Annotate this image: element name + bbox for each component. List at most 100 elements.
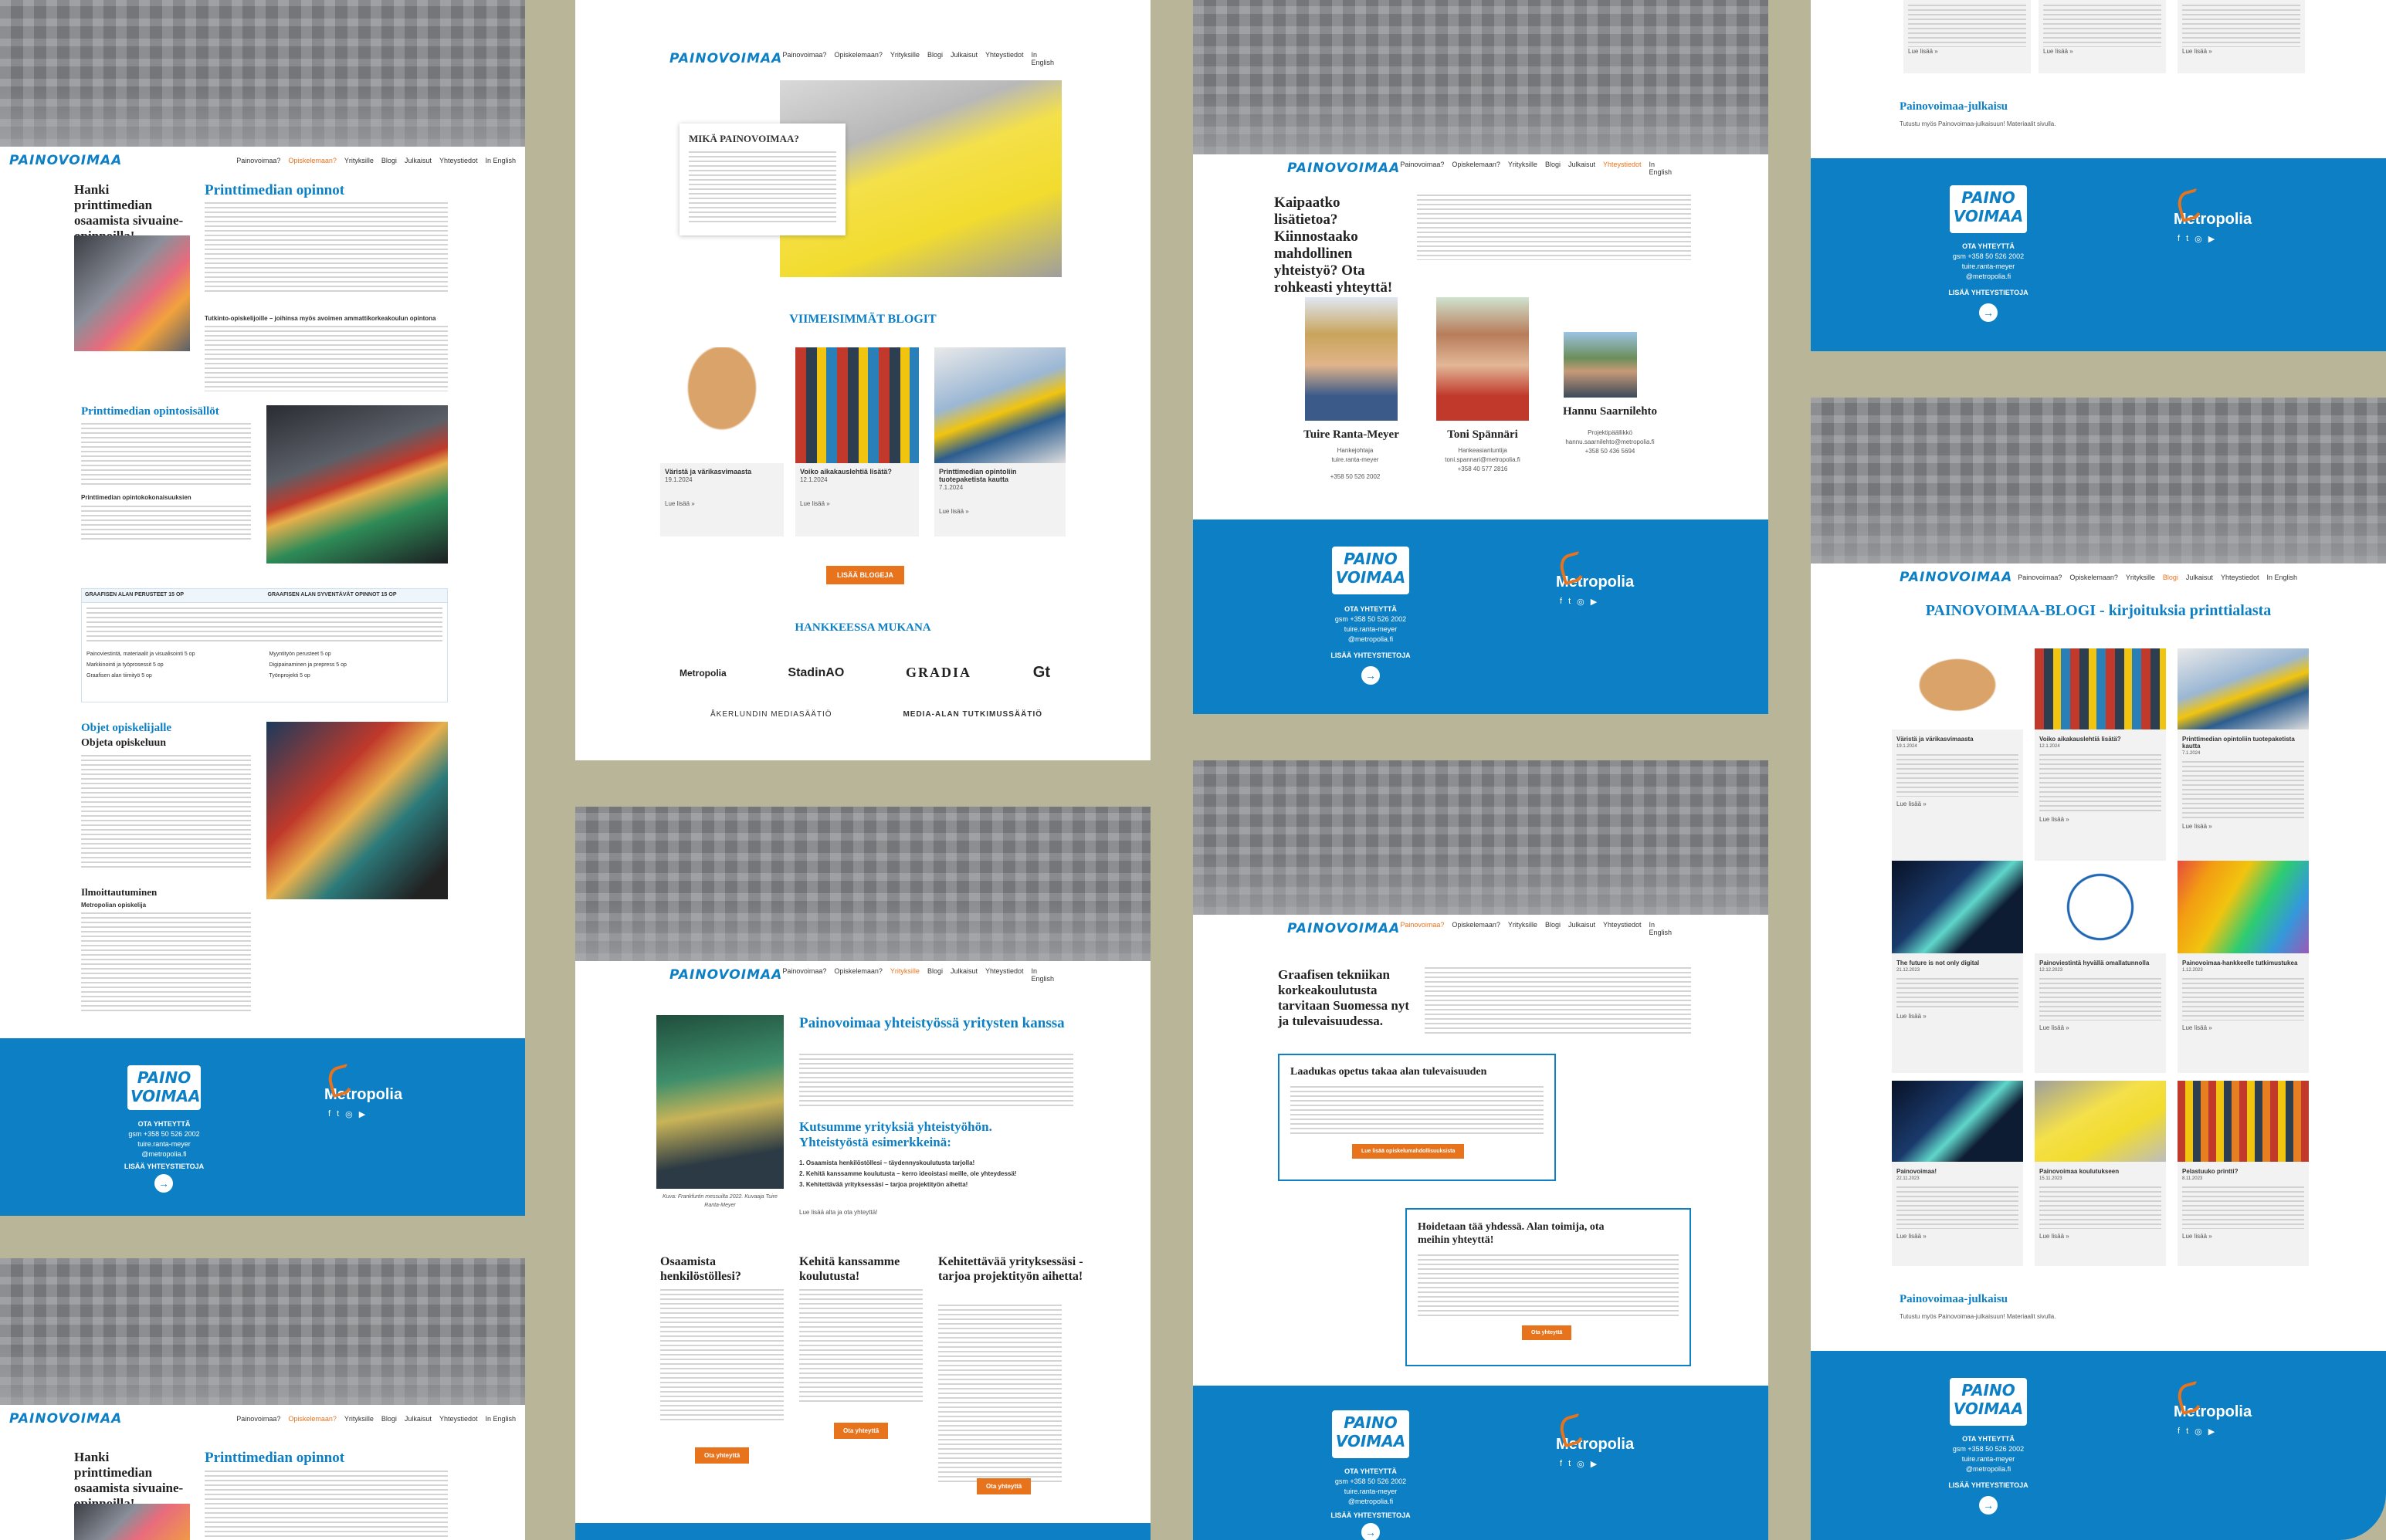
painovoimaa-logo[interactable]: PAINOVOIMAA: [9, 153, 122, 168]
painovoimaa-logo[interactable]: PAINOVOIMAA: [669, 967, 782, 983]
read-more-link[interactable]: Lue lisää »: [2043, 47, 2161, 56]
blog-card[interactable]: Voiko aikakauslehtiä lisätä? 12.1.2024 L…: [2035, 648, 2166, 861]
nav-item[interactable]: Yrityksille: [2126, 574, 2155, 581]
metropolia-logo[interactable]: Metropolia: [2174, 1403, 2252, 1421]
metropolia-logo[interactable]: Metropolia: [324, 1086, 402, 1104]
footer-logo[interactable]: PAINO VOIMAA: [127, 1065, 201, 1110]
twitter-icon[interactable]: t: [337, 1109, 339, 1119]
read-more-link[interactable]: Lue lisää »: [1908, 47, 2026, 56]
nav-item[interactable]: Yrityksille: [344, 157, 374, 164]
partner-logo[interactable]: Metropolia: [680, 668, 727, 679]
study-options-button[interactable]: Lue lisää opiskelumahdollisuuksista: [1352, 1144, 1465, 1159]
contact-button[interactable]: Ota yhteyttä: [695, 1447, 750, 1464]
blog-card[interactable]: Lue lisää »: [2178, 0, 2305, 73]
instagram-icon[interactable]: ◎: [2195, 234, 2202, 244]
nav-item[interactable]: Blogi: [927, 51, 943, 66]
read-more-link[interactable]: Lue lisää »: [2178, 822, 2309, 831]
nav-item[interactable]: Painovoimaa?: [236, 1415, 280, 1423]
nav-item[interactable]: Julkaisut: [951, 967, 978, 983]
contact-button[interactable]: Ota yhteyttä: [977, 1478, 1032, 1494]
nav-item[interactable]: Blogi: [927, 967, 943, 983]
nav-item[interactable]: Yhteystiedot: [2221, 574, 2259, 581]
nav-item[interactable]: Painovoimaa?: [782, 51, 826, 66]
more-contacts-link[interactable]: LISÄÄ YHTEYSTIETOJA: [1938, 288, 2039, 298]
arrow-right-icon[interactable]: →: [1361, 666, 1380, 685]
person-phone[interactable]: +358 40 577 2816: [1425, 465, 1540, 473]
nav-item[interactable]: In English: [485, 1415, 516, 1423]
youtube-icon[interactable]: ▶: [2208, 1427, 2215, 1437]
more-contacts-link[interactable]: LISÄÄ YHTEYSTIETOJA: [1938, 1481, 2039, 1491]
footer-logo[interactable]: PAINO VOIMAA: [1950, 1378, 2027, 1426]
nav-item[interactable]: Yhteystiedot: [439, 157, 478, 164]
nav-item[interactable]: Opiskelemaan?: [834, 967, 883, 983]
metropolia-logo[interactable]: Metropolia: [1556, 1436, 1634, 1454]
read-more-link[interactable]: Lue lisää »: [2035, 1024, 2166, 1032]
nav-item[interactable]: Yrityksille: [890, 51, 920, 66]
nav-item-active[interactable]: Opiskelemaan?: [288, 1415, 337, 1423]
nav-item[interactable]: Yhteystiedot: [985, 967, 1024, 983]
painovoimaa-logo[interactable]: PAINOVOIMAA: [1287, 161, 1400, 176]
nav-item[interactable]: Yhteystiedot: [439, 1415, 478, 1423]
youtube-icon[interactable]: ▶: [1591, 597, 1597, 607]
youtube-icon[interactable]: ▶: [1591, 1459, 1597, 1469]
youtube-icon[interactable]: ▶: [359, 1109, 365, 1119]
nav-item[interactable]: Yhteystiedot: [1603, 921, 1642, 936]
person-phone[interactable]: +358 50 436 5694: [1552, 447, 1668, 455]
nav-item[interactable]: In English: [485, 157, 516, 164]
painovoimaa-logo[interactable]: PAINOVOIMAA: [1287, 921, 1400, 936]
twitter-icon[interactable]: t: [1568, 1459, 1571, 1469]
footer-logo[interactable]: PAINO VOIMAA: [1332, 547, 1409, 594]
nav-item[interactable]: In English: [1649, 161, 1675, 176]
read-more-link[interactable]: Lue lisää »: [1892, 800, 2023, 808]
nav-item[interactable]: Opiskelemaan?: [2069, 574, 2118, 581]
nav-item[interactable]: Painovoimaa?: [1400, 161, 1444, 176]
nav-item[interactable]: In English: [1032, 967, 1057, 983]
facebook-icon[interactable]: f: [1560, 597, 1562, 607]
read-more-link[interactable]: Lue lisää »: [795, 484, 919, 508]
nav-item[interactable]: Opiskelemaan?: [834, 51, 883, 66]
person-phone[interactable]: +358 50 526 2002: [1301, 472, 1409, 481]
blog-card[interactable]: Painovoimaa koulutukseen 15.11.2023 Lue …: [2035, 1081, 2166, 1266]
nav-item[interactable]: Yrityksille: [344, 1415, 374, 1423]
contact-button[interactable]: Ota yhteyttä: [834, 1423, 889, 1439]
nav-item[interactable]: Julkaisut: [1568, 921, 1595, 936]
nav-item[interactable]: Opiskelemaan?: [1452, 161, 1500, 176]
metropolia-logo[interactable]: Metropolia: [2174, 211, 2252, 228]
partner-logo[interactable]: Gt: [1033, 664, 1050, 682]
read-more-link[interactable]: Lue lisää »: [1892, 1232, 2023, 1240]
twitter-icon[interactable]: t: [2186, 1427, 2188, 1437]
person-email[interactable]: tuire.ranta-meyer: [1301, 455, 1409, 464]
blog-card[interactable]: Printtimedian opintoliin tuotepaketista …: [934, 347, 1066, 536]
blog-card[interactable]: Printtimedian opintoliin tuotepaketista …: [2178, 648, 2309, 861]
nav-item[interactable]: Yhteystiedot: [985, 51, 1024, 66]
nav-item[interactable]: Blogi: [381, 157, 397, 164]
nav-item[interactable]: Painovoimaa?: [236, 157, 280, 164]
nav-item[interactable]: Yrityksille: [1508, 161, 1537, 176]
arrow-right-icon[interactable]: →: [154, 1174, 173, 1193]
nav-item[interactable]: In English: [1032, 51, 1057, 66]
nav-item[interactable]: Opiskelemaan?: [1452, 921, 1500, 936]
read-more-link[interactable]: Lue lisää »: [2035, 1232, 2166, 1240]
nav-item-active[interactable]: Yrityksille: [890, 967, 920, 983]
more-contacts-link[interactable]: LISÄÄ YHTEYSTIETOJA: [1320, 651, 1421, 661]
blog-card[interactable]: Lue lisää »: [2039, 0, 2166, 73]
blog-card[interactable]: The future is not only digital 21.12.202…: [1892, 861, 2023, 1073]
nav-item[interactable]: Julkaisut: [405, 1415, 432, 1423]
nav-item[interactable]: Blogi: [381, 1415, 397, 1423]
blog-card[interactable]: Voiko aikakauslehtiä lisätä? 12.1.2024 L…: [795, 347, 919, 536]
facebook-icon[interactable]: f: [2178, 1427, 2180, 1437]
read-more-link[interactable]: Lue lisää »: [934, 492, 1066, 516]
facebook-icon[interactable]: f: [2178, 234, 2180, 244]
nav-item[interactable]: Blogi: [1545, 161, 1561, 176]
arrow-right-icon[interactable]: →: [1979, 1496, 1998, 1515]
twitter-icon[interactable]: t: [2186, 234, 2188, 244]
nav-item[interactable]: Julkaisut: [951, 51, 978, 66]
blog-card[interactable]: Painovoimaa! 22.11.2023 Lue lisää »: [1892, 1081, 2023, 1266]
read-more-link[interactable]: Lue lisää »: [2182, 47, 2300, 56]
person-email[interactable]: toni.spannari@metropolia.fi: [1421, 455, 1544, 464]
read-more-link[interactable]: Lue lisää »: [2178, 1232, 2309, 1240]
metropolia-logo[interactable]: Metropolia: [1556, 574, 1634, 591]
nav-item-active[interactable]: Opiskelemaan?: [288, 157, 337, 164]
more-contacts-link[interactable]: LISÄÄ YHTEYSTIETOJA: [116, 1162, 212, 1172]
person-email[interactable]: hannu.saarnilehto@metropolia.fi: [1544, 438, 1676, 446]
